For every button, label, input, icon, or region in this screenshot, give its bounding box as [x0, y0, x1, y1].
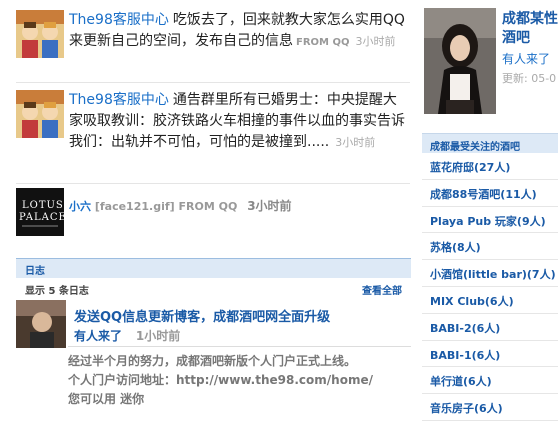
blog-author-avatar[interactable]	[16, 300, 66, 348]
feed-user-link[interactable]: 小六	[69, 200, 91, 213]
section-title: 日志	[25, 266, 45, 277]
feed-column: The98客服中心 吃饭去了，回来就教大家怎么实用QQ来更新自己的空间，发布自己的…	[0, 0, 412, 428]
sidebar: 成都某性仆酒吧 有人来了 更新: 05-0 成都最受关注的酒吧 蓝花府邸(27人…	[418, 0, 558, 428]
bar-link[interactable]: 小酒馆(little bar)(7人)	[430, 266, 556, 282]
list-item: 小酒馆(little bar)(7人)	[422, 260, 558, 287]
blog-entry: 发送QQ信息更新博客，成都酒吧网全面升级 有人来了 1小时前 经过半个月的努力，…	[16, 298, 411, 418]
feed-source: FROM QQ	[296, 37, 350, 48]
list-item: MIX Club(6人)	[422, 287, 558, 314]
list-item: Playa Pub 玩家(9人)	[422, 207, 558, 234]
divider	[68, 346, 411, 347]
list-item: 蓝花府邸(27人)	[422, 153, 558, 180]
bar-link[interactable]: 成都88号酒吧(11人)	[430, 186, 537, 202]
bar-link[interactable]: 苏格(8人)	[430, 239, 481, 255]
feed-time: 3小时前	[335, 136, 376, 149]
bar-link[interactable]: 单行道(6人)	[430, 373, 492, 389]
attachment-name: [face121.gif]	[94, 200, 175, 213]
divider	[16, 183, 410, 184]
list-item: BABI-2(6人)	[422, 314, 558, 341]
feed-user-link[interactable]: The98客服中心	[69, 12, 169, 28]
bar-link[interactable]: 音乐房子(6人)	[430, 400, 503, 416]
blog-excerpt-line: 经过半个月的努力，成都酒吧新版个人门户正式上线。	[68, 354, 357, 368]
sidebar-header: 成都最受关注的酒吧	[422, 133, 558, 153]
user-avatar[interactable]	[16, 90, 64, 138]
blog-subheader: 显示 5 条日志 查看全部	[16, 279, 411, 297]
profile-tag-link[interactable]: 有人来了	[502, 50, 550, 67]
feed-source: FROM QQ	[178, 200, 238, 213]
view-all-link[interactable]: 查看全部	[362, 282, 402, 297]
bar-list: 蓝花府邸(27人) 成都88号酒吧(11人) Playa Pub 玩家(9人) …	[422, 153, 558, 421]
list-item: 成都88号酒吧(11人)	[422, 180, 558, 207]
user-avatar[interactable]	[16, 10, 64, 58]
blog-excerpt-line: 个人门户访问地址：http://www.the98.com/home/	[68, 371, 403, 390]
bar-link[interactable]: BABI-1(6人)	[430, 347, 500, 363]
feed-item: The98客服中心 通告群里所有已婚男士：中央提醒大家吸取教训：胶济铁路火车相撞的…	[16, 90, 410, 180]
list-item: BABI-1(6人)	[422, 341, 558, 368]
profile-name-link[interactable]: 成都某性仆酒吧	[502, 10, 558, 48]
bar-link[interactable]: BABI-2(6人)	[430, 320, 500, 336]
profile-updated: 更新: 05-0	[502, 72, 557, 85]
profile-photo[interactable]	[424, 8, 496, 114]
feed-time: 3小时前	[355, 35, 396, 48]
blog-excerpt-line: 您可以用 迷你	[68, 392, 145, 406]
bar-link[interactable]: MIX Club(6人)	[430, 293, 514, 309]
list-item: 单行道(6人)	[422, 367, 558, 395]
feed-item: The98客服中心 吃饭去了，回来就教大家怎么实用QQ来更新自己的空间，发布自己的…	[16, 10, 410, 76]
divider	[16, 82, 410, 83]
bar-link[interactable]: Playa Pub 玩家(9人)	[430, 213, 546, 229]
list-item: 苏格(8人)	[422, 233, 558, 261]
svg-text:LOTUS: LOTUS	[22, 200, 64, 211]
list-item: 音乐房子(6人)	[422, 394, 558, 421]
blog-title-link[interactable]: 发送QQ信息更新博客，成都酒吧网全面升级	[74, 306, 330, 325]
bar-link[interactable]: 蓝花府邸(27人)	[430, 159, 510, 175]
feed-item-compact: LOTUS PALACE 小六 [face121.gif] FROM QQ 3小…	[16, 188, 410, 238]
feed-user-link[interactable]: The98客服中心	[69, 92, 169, 108]
blog-time: 1小时前	[135, 329, 181, 343]
blog-section-header: 日志	[16, 258, 411, 278]
lotus-palace-logo[interactable]: LOTUS PALACE	[16, 188, 66, 236]
feed-time: 3小时前	[247, 199, 292, 213]
blog-url: http://www.the98.com/home/	[176, 373, 373, 387]
blog-author-link[interactable]: 有人来了	[74, 329, 122, 343]
blog-excerpt-text: 个人门户访问地址：	[68, 373, 177, 387]
svg-text:PALACE: PALACE	[19, 212, 64, 223]
blog-count: 显示 5 条日志	[25, 286, 89, 297]
sidebar-title: 成都最受关注的酒吧	[430, 142, 520, 153]
blog-excerpt: 经过半个月的努力，成都酒吧新版个人门户正式上线。 个人门户访问地址：http:/…	[68, 352, 403, 409]
